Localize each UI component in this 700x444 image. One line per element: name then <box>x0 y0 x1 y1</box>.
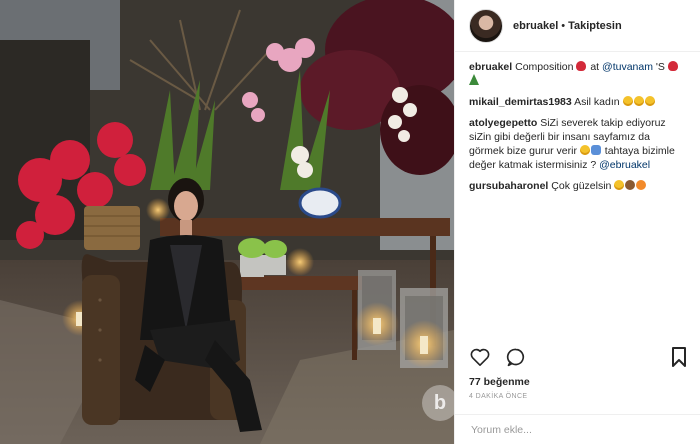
christmas-tree-emoji-icon <box>469 74 479 85</box>
comment-text: Asil kadın <box>574 96 620 108</box>
post-photo[interactable]: b <box>0 0 454 444</box>
smile-emoji-icon <box>622 96 633 106</box>
comment-mention-link[interactable]: @ebruakel <box>599 159 650 171</box>
username-link[interactable]: ebruakel <box>513 20 558 32</box>
comment-item: atolyegepetto SiZi severek takip ediyoru… <box>469 116 686 172</box>
like-count[interactable]: 77 beğenme <box>469 376 530 388</box>
heart-eyes-emoji-icon <box>614 180 625 190</box>
heart-icon[interactable] <box>469 346 491 368</box>
add-comment-bar <box>455 414 700 444</box>
comment-username[interactable]: mikail_demirtas1983 <box>469 96 572 108</box>
speech-bubble-icon[interactable] <box>505 346 527 368</box>
people-emoji-icon <box>590 145 601 155</box>
comment-item: gursubaharonel Çok güzelsin <box>469 179 686 193</box>
avatar[interactable] <box>469 8 503 43</box>
comment-username[interactable]: atolyegepetto <box>469 117 537 129</box>
caption-text: Composition <box>515 61 574 73</box>
post-timestamp: 4 DAKİKA ÖNCE <box>469 393 528 400</box>
rose-emoji-icon <box>576 61 587 71</box>
smile-emoji-icon <box>644 96 655 106</box>
separator-dot: • <box>561 19 566 32</box>
comment-input[interactable] <box>469 422 687 437</box>
follow-status-button[interactable]: Takiptesin <box>568 20 622 32</box>
hand-emoji-icon <box>625 180 636 190</box>
photo-scene <box>0 0 454 444</box>
comment-text: Çok güzelsin <box>551 180 612 192</box>
caption: ebruakel Composition at @tuvanam 'S <box>469 60 686 88</box>
caption-mention-link[interactable]: @tuvanam <box>602 61 653 73</box>
caption-at: at <box>590 61 600 73</box>
smile-emoji-icon <box>633 96 644 106</box>
bee-emoji-icon <box>636 180 647 190</box>
comment-item: mikail_demirtas1983 Asil kadın <box>469 95 686 109</box>
post-sidebar: ebruakel • Takiptesin ebruakel Compositi… <box>454 0 700 444</box>
comments-list: ebruakel Composition at @tuvanam 'S mika… <box>455 52 700 193</box>
bookmark-icon[interactable] <box>668 346 690 368</box>
rose-emoji-icon <box>667 61 678 71</box>
action-bar <box>469 346 527 368</box>
caption-username[interactable]: ebruakel <box>469 61 512 73</box>
comment-username[interactable]: gursubaharonel <box>469 180 548 192</box>
smile-emoji-icon <box>579 145 590 155</box>
watermark-logo: b <box>422 385 454 421</box>
post-header: ebruakel • Takiptesin <box>455 0 700 52</box>
caption-tail: 'S <box>655 61 665 73</box>
